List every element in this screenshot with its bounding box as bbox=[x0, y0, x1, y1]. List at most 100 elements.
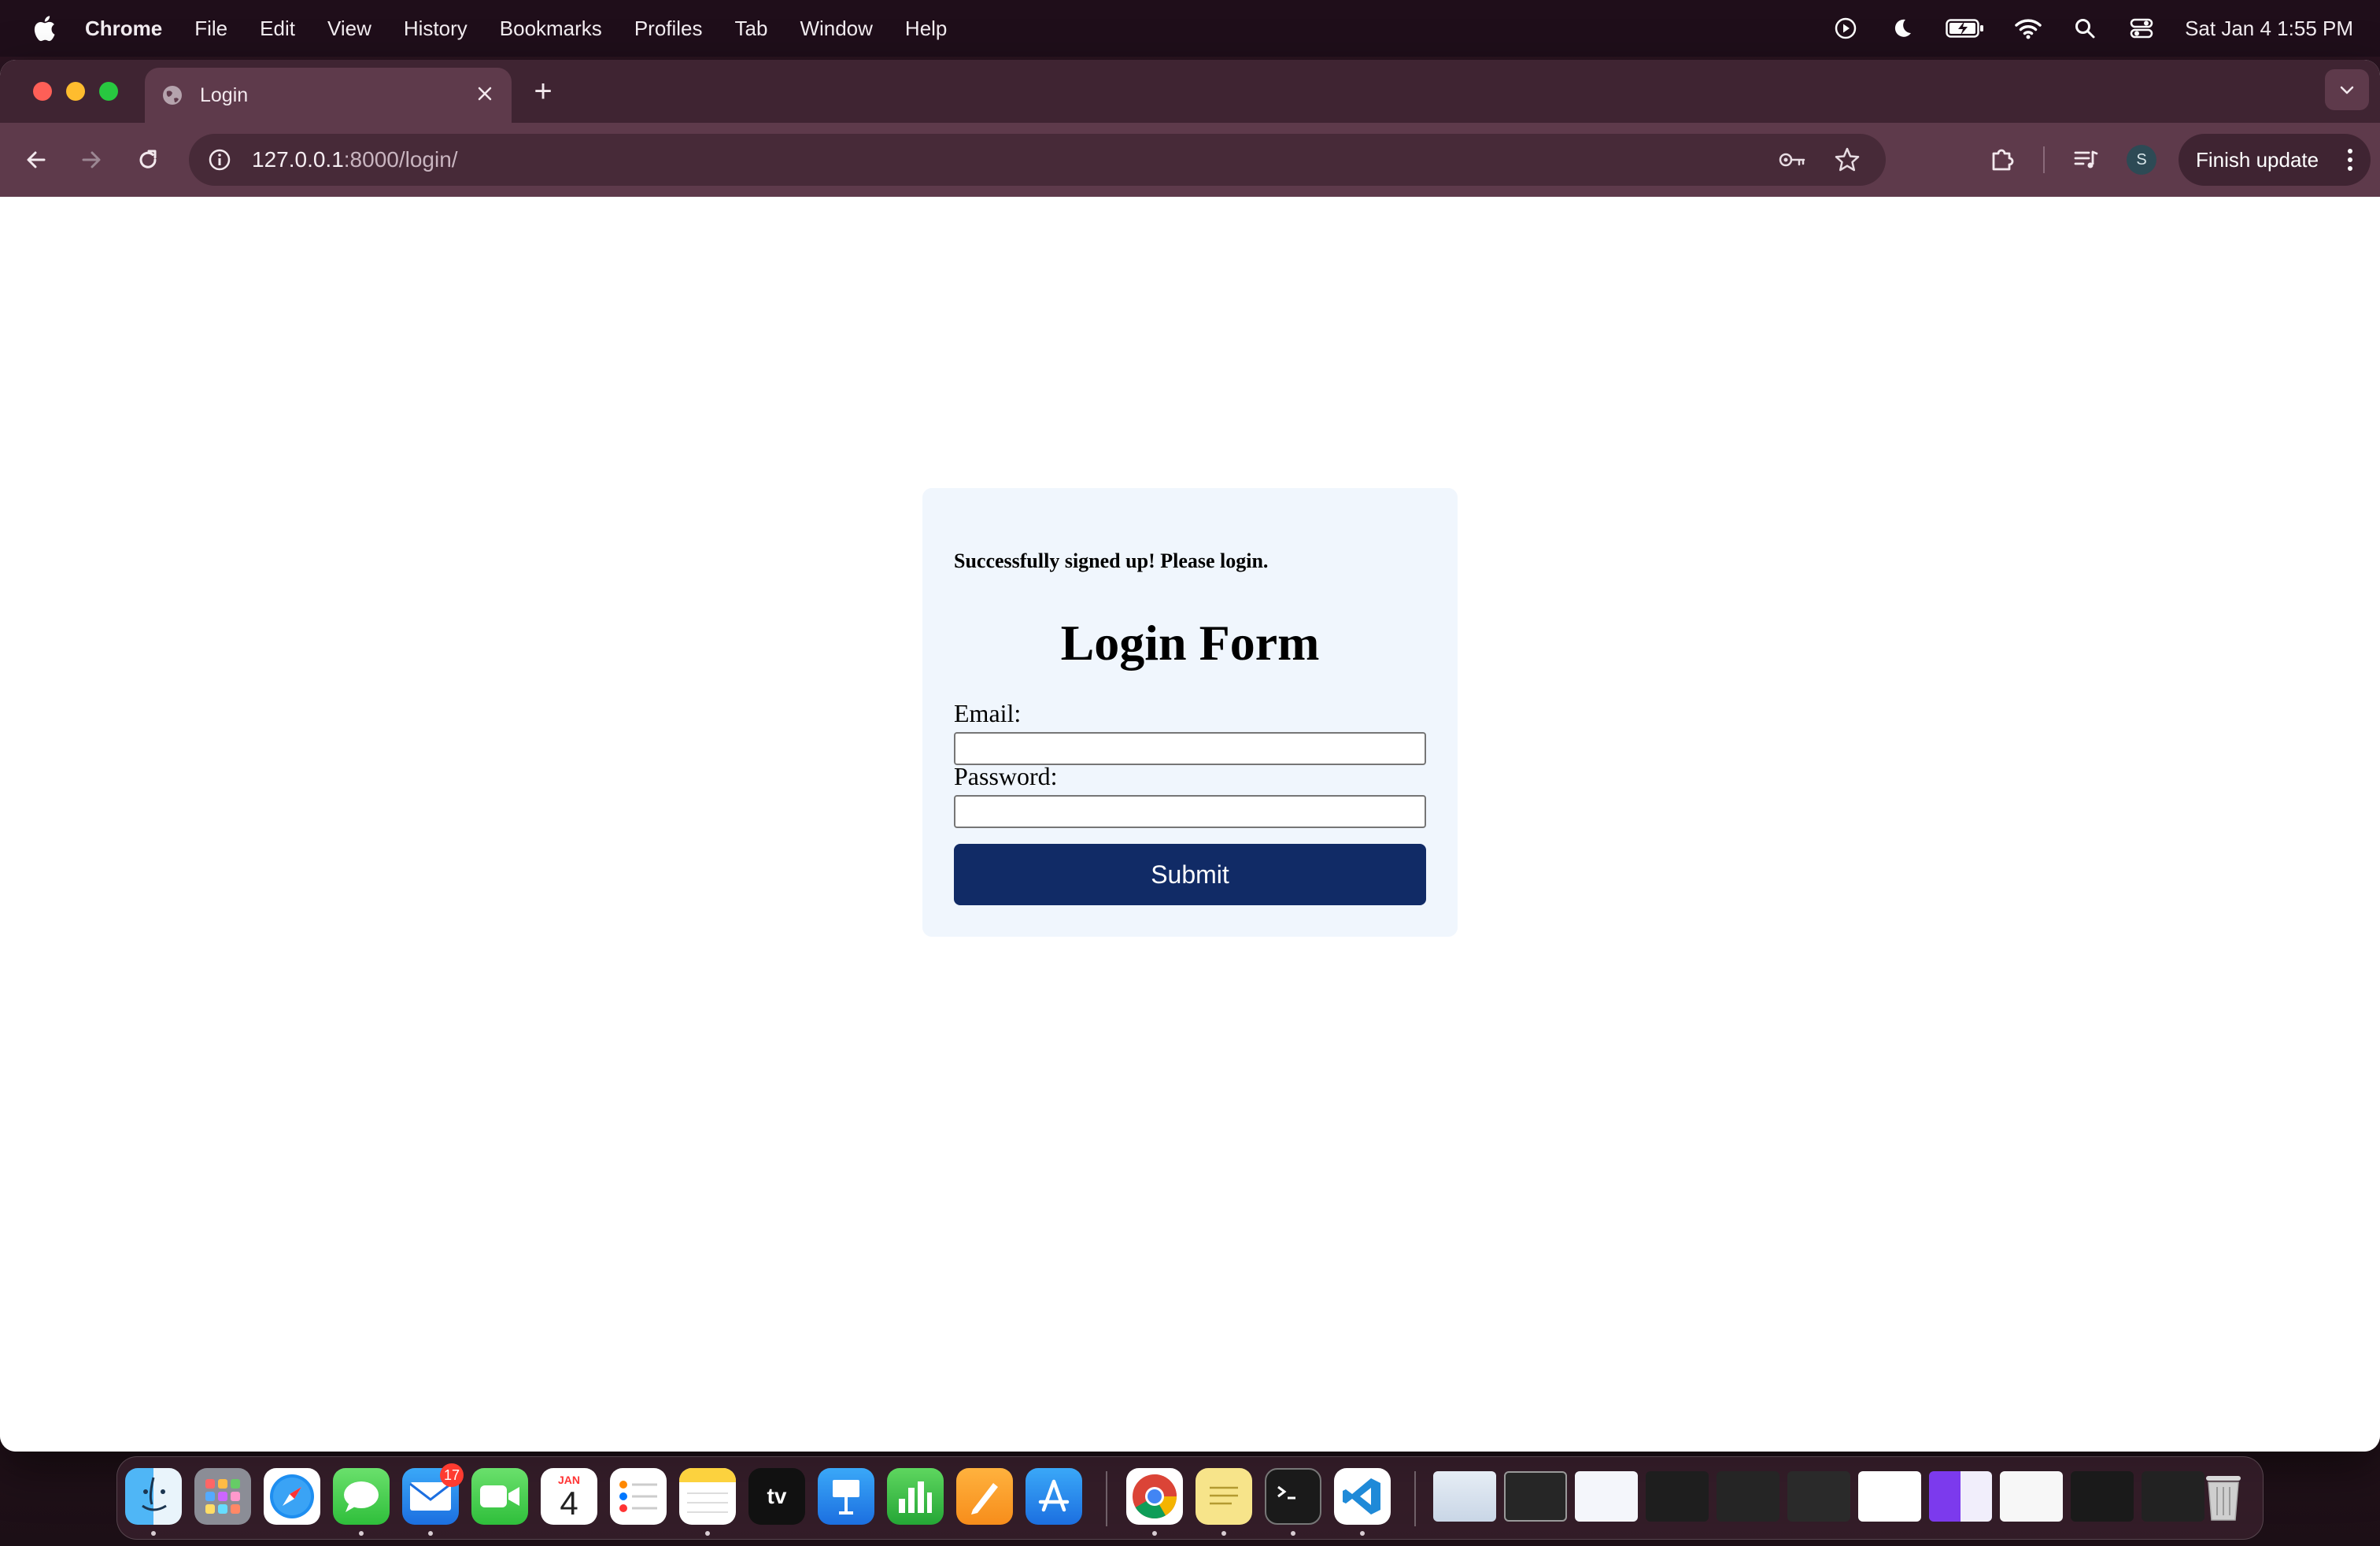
tab-search-button[interactable] bbox=[2325, 69, 2369, 110]
arrow-left-icon bbox=[27, 151, 46, 168]
pages-icon[interactable] bbox=[956, 1468, 1013, 1525]
running-indicator bbox=[1152, 1531, 1157, 1536]
tv-label: tv bbox=[767, 1484, 787, 1508]
password-key-icon[interactable] bbox=[1777, 145, 1807, 175]
calendar-day: 4 bbox=[560, 1485, 578, 1522]
finish-update-button[interactable]: Finish update bbox=[2179, 134, 2371, 186]
chrome-icon[interactable] bbox=[1126, 1468, 1183, 1525]
puzzle-icon bbox=[1992, 149, 2014, 171]
minimized-window-thumbnail[interactable] bbox=[2000, 1471, 2063, 1522]
calendar-icon[interactable]: JAN 4 bbox=[541, 1468, 597, 1525]
menu-view[interactable]: View bbox=[327, 17, 371, 41]
menu-edit[interactable]: Edit bbox=[260, 17, 295, 41]
play-circle-icon[interactable] bbox=[1832, 15, 1859, 42]
running-indicator bbox=[428, 1531, 433, 1536]
dock-divider bbox=[1106, 1471, 1107, 1526]
menu-bookmarks[interactable]: Bookmarks bbox=[500, 17, 602, 41]
address-bar[interactable]: 127.0.0.1:8000/login/ bbox=[189, 134, 1886, 186]
running-indicator bbox=[151, 1531, 156, 1536]
menu-bar: Chrome File Edit View History Bookmarks … bbox=[0, 0, 2380, 57]
minimized-window-thumbnail[interactable] bbox=[1858, 1471, 1921, 1522]
menu-file[interactable]: File bbox=[194, 17, 227, 41]
window-controls bbox=[33, 82, 118, 101]
finder-icon[interactable] bbox=[125, 1468, 182, 1525]
running-indicator bbox=[705, 1531, 710, 1536]
close-tab-icon[interactable] bbox=[474, 84, 496, 106]
trash-icon[interactable] bbox=[2195, 1468, 2252, 1525]
menu-window[interactable]: Window bbox=[800, 17, 872, 41]
control-center-icon[interactable] bbox=[2128, 15, 2155, 42]
new-tab-button[interactable]: + bbox=[527, 76, 559, 107]
submit-button[interactable]: Submit bbox=[954, 844, 1426, 905]
running-indicator bbox=[1360, 1531, 1365, 1536]
site-info-icon[interactable] bbox=[206, 146, 233, 173]
running-indicator bbox=[1221, 1531, 1226, 1536]
url-host: 127.0.0.1 bbox=[252, 147, 344, 172]
stickies-icon[interactable] bbox=[1196, 1468, 1252, 1525]
apple-tv-icon[interactable]: tv bbox=[748, 1468, 805, 1525]
minimize-window-button[interactable] bbox=[66, 82, 85, 101]
tab-title: Login bbox=[200, 83, 249, 106]
search-icon[interactable] bbox=[2071, 15, 2098, 42]
login-card: Successfully signed up! Please login. Lo… bbox=[922, 488, 1458, 937]
facetime-icon[interactable] bbox=[471, 1468, 528, 1525]
minimized-window-thumbnail[interactable] bbox=[1575, 1471, 1638, 1522]
email-field[interactable] bbox=[954, 732, 1426, 765]
forward-button[interactable] bbox=[74, 142, 109, 177]
menu-profiles[interactable]: Profiles bbox=[634, 17, 703, 41]
battery-charging-icon[interactable] bbox=[1946, 15, 1985, 42]
numbers-icon[interactable] bbox=[887, 1468, 944, 1525]
apple-logo-icon[interactable] bbox=[30, 14, 58, 43]
vscode-icon[interactable] bbox=[1334, 1468, 1391, 1525]
extensions-button[interactable] bbox=[1986, 144, 2018, 176]
dock-divider bbox=[1414, 1471, 1416, 1526]
toolbar-divider bbox=[2043, 146, 2045, 173]
reminders-icon[interactable] bbox=[610, 1468, 667, 1525]
launchpad-icon[interactable] bbox=[194, 1468, 251, 1525]
menu-chrome[interactable]: Chrome bbox=[85, 17, 162, 41]
url-path: :8000/login/ bbox=[343, 147, 458, 172]
terminal-icon[interactable] bbox=[1265, 1468, 1321, 1525]
menu-help[interactable]: Help bbox=[905, 17, 947, 41]
media-controls-button[interactable] bbox=[2070, 144, 2101, 176]
profile-avatar[interactable]: S bbox=[2127, 145, 2156, 175]
bookmark-star-icon[interactable] bbox=[1832, 145, 1862, 175]
menu-history[interactable]: History bbox=[404, 17, 468, 41]
password-label: Password: bbox=[954, 762, 1058, 790]
minimized-window-thumbnail[interactable] bbox=[1717, 1471, 1779, 1522]
safari-icon[interactable] bbox=[264, 1468, 320, 1525]
login-form-heading: Login Form bbox=[1060, 615, 1320, 671]
menu-tab[interactable]: Tab bbox=[735, 17, 768, 41]
minimized-window-thumbnail[interactable] bbox=[2071, 1471, 2134, 1522]
menu-clock[interactable]: Sat Jan 4 1:55 PM bbox=[2185, 17, 2353, 41]
reload-button[interactable] bbox=[131, 142, 165, 177]
signup-success-message: Successfully signed up! Please login. bbox=[954, 549, 1269, 572]
moon-icon[interactable] bbox=[1889, 15, 1916, 42]
url-text[interactable]: 127.0.0.1:8000/login/ bbox=[252, 147, 458, 172]
notes-icon[interactable] bbox=[679, 1468, 736, 1525]
running-indicator bbox=[1291, 1531, 1295, 1536]
minimized-window-thumbnail[interactable] bbox=[1929, 1471, 1992, 1522]
minimized-window-thumbnail[interactable] bbox=[1433, 1471, 1496, 1522]
minimized-window-thumbnail[interactable] bbox=[1787, 1471, 1850, 1522]
more-vert-icon bbox=[2347, 146, 2353, 173]
password-field[interactable] bbox=[954, 795, 1426, 828]
tab-strip: Login + bbox=[0, 60, 2380, 123]
reload-icon bbox=[139, 150, 157, 168]
tab-login[interactable]: Login bbox=[145, 68, 512, 123]
email-label: Email: bbox=[954, 699, 1022, 727]
messages-icon[interactable] bbox=[333, 1468, 390, 1525]
minimized-window-thumbnail[interactable] bbox=[1504, 1471, 1567, 1522]
app-store-icon[interactable] bbox=[1026, 1468, 1082, 1525]
running-indicator bbox=[359, 1531, 364, 1536]
arrow-right-icon bbox=[82, 151, 101, 168]
minimized-window-thumbnail[interactable] bbox=[1646, 1471, 1709, 1522]
back-button[interactable] bbox=[19, 142, 54, 177]
mail-icon[interactable]: 17 bbox=[402, 1463, 464, 1525]
keynote-icon[interactable] bbox=[818, 1468, 874, 1525]
globe-icon bbox=[161, 83, 184, 107]
chevron-down-icon bbox=[2340, 86, 2354, 94]
close-window-button[interactable] bbox=[33, 82, 52, 101]
zoom-window-button[interactable] bbox=[99, 82, 118, 101]
wifi-icon[interactable] bbox=[2015, 15, 2042, 42]
